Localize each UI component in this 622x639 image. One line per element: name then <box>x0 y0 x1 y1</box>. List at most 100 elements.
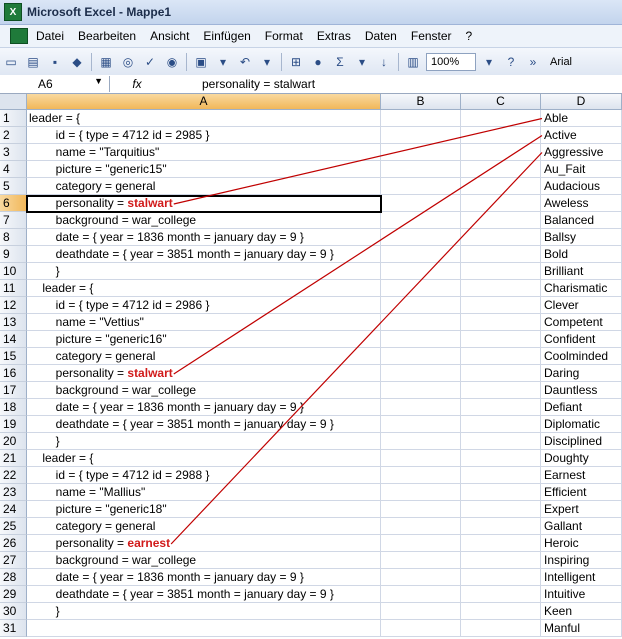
cell-d[interactable]: Earnest <box>541 467 622 484</box>
row-header[interactable]: 15 <box>0 348 27 365</box>
menu-daten[interactable]: Daten <box>365 29 397 43</box>
insert-hyperlink-icon[interactable]: ⊞ <box>287 53 305 71</box>
workbook-icon[interactable] <box>10 28 28 44</box>
row-header[interactable]: 26 <box>0 535 27 552</box>
cell-a[interactable]: background = war_college <box>27 382 381 399</box>
cell-b[interactable] <box>381 246 461 263</box>
cell-d[interactable]: Intuitive <box>541 586 622 603</box>
cell-a[interactable]: id = { type = 4712 id = 2985 } <box>27 127 381 144</box>
row-header[interactable]: 16 <box>0 365 27 382</box>
cell-c[interactable] <box>461 603 541 620</box>
cell-b[interactable] <box>381 569 461 586</box>
cell-c[interactable] <box>461 195 541 212</box>
cell-c[interactable] <box>461 110 541 127</box>
cell-b[interactable] <box>381 586 461 603</box>
row-header[interactable]: 2 <box>0 127 27 144</box>
help-icon[interactable]: ? <box>502 53 520 71</box>
cell-a[interactable]: name = "Mallius" <box>27 484 381 501</box>
cell-b[interactable] <box>381 314 461 331</box>
select-all-corner[interactable] <box>0 94 27 110</box>
cell-a[interactable]: personality = stalwart <box>27 365 381 382</box>
column-header-c[interactable]: C <box>461 94 541 110</box>
cell-d[interactable]: Daring <box>541 365 622 382</box>
row-header[interactable]: 31 <box>0 620 27 637</box>
cell-d[interactable]: Heroic <box>541 535 622 552</box>
cell-a[interactable]: id = { type = 4712 id = 2988 } <box>27 467 381 484</box>
cell-c[interactable] <box>461 263 541 280</box>
row-header[interactable]: 23 <box>0 484 27 501</box>
cell-b[interactable] <box>381 144 461 161</box>
cell-b[interactable] <box>381 382 461 399</box>
cell-c[interactable] <box>461 467 541 484</box>
row-header[interactable]: 27 <box>0 552 27 569</box>
menu-datei[interactable]: Datei <box>36 29 64 43</box>
cell-a[interactable]: personality = earnest <box>27 535 381 552</box>
cell-a[interactable]: leader = { <box>27 280 381 297</box>
zoom-select[interactable]: 100% <box>426 52 476 71</box>
cell-c[interactable] <box>461 501 541 518</box>
cell-b[interactable] <box>381 161 461 178</box>
row-header[interactable]: 19 <box>0 416 27 433</box>
row-header[interactable]: 24 <box>0 501 27 518</box>
cell-a[interactable]: background = war_college <box>27 552 381 569</box>
cell-d[interactable]: Keen <box>541 603 622 620</box>
cell-d[interactable]: Active <box>541 127 622 144</box>
cell-a[interactable]: leader = { <box>27 110 381 127</box>
formula-input[interactable]: personality = stalwart <box>164 77 315 91</box>
menu-fenster[interactable]: Fenster <box>411 29 452 43</box>
cell-c[interactable] <box>461 552 541 569</box>
row-header[interactable]: 11 <box>0 280 27 297</box>
cell-a[interactable]: } <box>27 603 381 620</box>
research-icon[interactable]: ◉ <box>163 53 181 71</box>
cell-d[interactable]: Confident <box>541 331 622 348</box>
cell-a[interactable]: deathdate = { year = 3851 month = januar… <box>27 416 381 433</box>
cell-d[interactable]: Inspiring <box>541 552 622 569</box>
cell-d[interactable]: Efficient <box>541 484 622 501</box>
cell-b[interactable] <box>381 484 461 501</box>
cell-b[interactable] <box>381 127 461 144</box>
cell-d[interactable]: Manful <box>541 620 622 637</box>
name-box[interactable]: A6 ▼ <box>0 76 110 92</box>
row-header[interactable]: 17 <box>0 382 27 399</box>
cell-b[interactable] <box>381 433 461 450</box>
cell-c[interactable] <box>461 399 541 416</box>
cell-a[interactable]: date = { year = 1836 month = january day… <box>27 399 381 416</box>
cell-a[interactable]: leader = { <box>27 450 381 467</box>
cell-a[interactable]: date = { year = 1836 month = january day… <box>27 569 381 586</box>
cell-d[interactable]: Intelligent <box>541 569 622 586</box>
cell-d[interactable]: Disciplined <box>541 433 622 450</box>
cell-a[interactable]: name = "Tarquitius" <box>27 144 381 161</box>
cell-c[interactable] <box>461 161 541 178</box>
cell-c[interactable] <box>461 331 541 348</box>
toolbar-options-icon[interactable]: » <box>524 53 542 71</box>
cell-d[interactable]: Diplomatic <box>541 416 622 433</box>
new-document-icon[interactable]: ▭ <box>2 53 20 71</box>
cell-b[interactable] <box>381 501 461 518</box>
cell-b[interactable] <box>381 467 461 484</box>
cell-c[interactable] <box>461 518 541 535</box>
cell-a[interactable]: category = general <box>27 178 381 195</box>
row-header[interactable]: 9 <box>0 246 27 263</box>
cell-c[interactable] <box>461 620 541 637</box>
cell-d[interactable]: Aggressive <box>541 144 622 161</box>
cell-c[interactable] <box>461 365 541 382</box>
cell-c[interactable] <box>461 586 541 603</box>
cell-c[interactable] <box>461 144 541 161</box>
cell-b[interactable] <box>381 450 461 467</box>
cell-b[interactable] <box>381 518 461 535</box>
menu-extras[interactable]: Extras <box>317 29 351 43</box>
cell-d[interactable]: Audacious <box>541 178 622 195</box>
cell-b[interactable] <box>381 535 461 552</box>
row-header[interactable]: 13 <box>0 314 27 331</box>
undo-dropdown-icon[interactable]: ▾ <box>258 53 276 71</box>
cell-b[interactable] <box>381 331 461 348</box>
zoom-dropdown-icon[interactable]: ▾ <box>480 53 498 71</box>
chart-wizard-icon[interactable]: ▥ <box>404 53 422 71</box>
worksheet-grid[interactable]: A B C D 1 leader = {Able 2 id = { type = 4… <box>0 94 622 639</box>
row-header[interactable]: 4 <box>0 161 27 178</box>
row-header[interactable]: 22 <box>0 467 27 484</box>
permission-icon[interactable]: ◆ <box>68 53 86 71</box>
globe-icon[interactable]: ● <box>309 53 327 71</box>
row-header[interactable]: 7 <box>0 212 27 229</box>
cell-b[interactable] <box>381 399 461 416</box>
